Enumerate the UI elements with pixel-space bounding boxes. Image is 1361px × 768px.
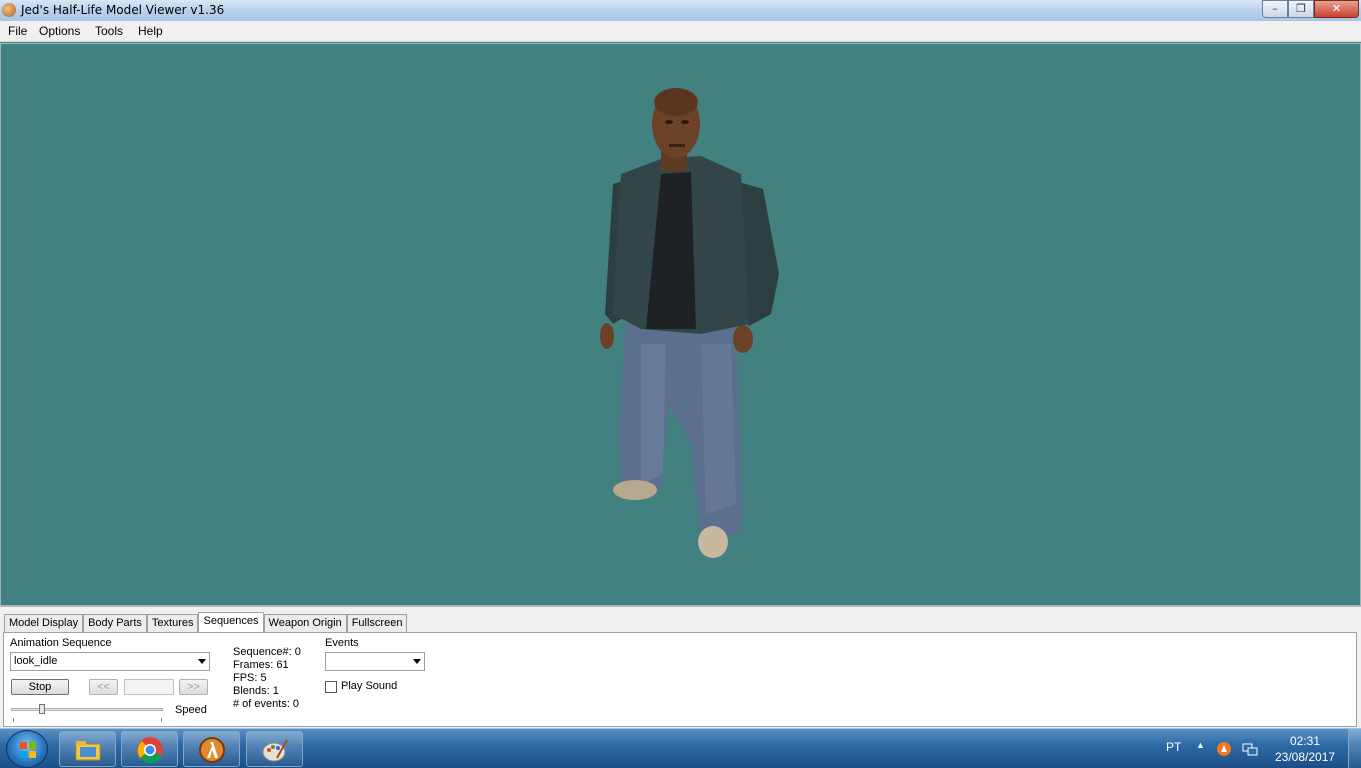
menu-options[interactable]: Options [39,24,80,38]
title-bar: Jed's Half-Life Model Viewer v1.36 – ❐ ✕ [0,0,1361,21]
taskbar-half-life-model-viewer[interactable] [183,731,240,767]
folder-icon [75,741,101,761]
clock-time[interactable]: 02:31 [1290,734,1320,748]
previous-frame-button[interactable]: << [89,679,118,695]
events-count-text: # of events: 0 [233,698,300,710]
taskbar-file-explorer[interactable] [59,731,116,767]
blends-text: Blends: 1 [233,685,279,697]
taskbar: PT ▲ 02:31 23/08/2017 [0,728,1361,768]
tab-model-display[interactable]: Model Display [4,614,84,632]
speed-slider-thumb[interactable] [39,704,45,714]
tab-strip: Model Display Body Parts Textures Sequen… [4,612,408,632]
taskbar-chrome[interactable] [121,731,178,767]
animation-sequence-dropdown[interactable]: look_idle [10,652,210,671]
dropdown-arrow-icon [198,659,206,664]
dropdown-arrow-icon [413,659,421,664]
fps-text: FPS: 5 [233,672,267,684]
character-model [600,88,779,558]
restore-button[interactable]: ❐ [1288,0,1314,18]
sequence-number-text: Sequence#: 0 [233,646,301,658]
frames-text: Frames: 61 [233,659,289,671]
control-panel: Model Display Body Parts Textures Sequen… [0,606,1361,728]
play-sound-checkbox[interactable] [325,681,337,693]
app-window: Jed's Half-Life Model Viewer v1.36 – ❐ ✕… [0,0,1361,768]
network-icon[interactable] [1242,741,1258,757]
animation-sequence-label: Animation Sequence [10,637,112,649]
slider-tick [13,718,14,722]
window-controls: – ❐ ✕ [1262,0,1359,19]
tab-textures[interactable]: Textures [146,614,199,632]
menu-tools[interactable]: Tools [95,24,123,38]
play-sound-label: Play Sound [341,680,398,692]
tab-weapon-origin[interactable]: Weapon Origin [263,614,347,632]
show-hidden-icons-icon[interactable]: ▲ [1196,740,1205,750]
half-life-icon [199,737,225,763]
taskbar-paint[interactable] [246,731,303,767]
window-title: Jed's Half-Life Model Viewer v1.36 [21,3,225,17]
start-button[interactable] [6,730,48,768]
speed-label: Speed [175,704,207,716]
tab-fullscreen[interactable]: Fullscreen [346,614,408,632]
clock-date[interactable]: 23/08/2017 [1275,750,1335,764]
chrome-icon [137,737,163,764]
show-desktop-button[interactable] [1348,729,1361,768]
menu-help[interactable]: Help [138,24,163,38]
paint-icon [262,739,288,762]
menu-bar: File Options Tools Help [0,21,1361,42]
events-label: Events [325,637,359,649]
tab-sequences[interactable]: Sequences [198,612,264,632]
frame-input[interactable] [124,679,174,695]
speed-slider[interactable] [11,708,163,711]
tab-body-parts[interactable]: Body Parts [83,614,147,632]
menu-file[interactable]: File [8,24,27,38]
sequences-panel: Animation Sequence look_idle Stop << >> … [3,632,1357,727]
avast-icon[interactable] [1216,741,1232,757]
stop-button[interactable]: Stop [11,679,69,695]
slider-tick [161,718,162,722]
windows-logo-icon [20,742,36,758]
close-button[interactable]: ✕ [1314,0,1359,18]
minimize-button[interactable]: – [1262,0,1288,18]
animation-sequence-value: look_idle [14,655,58,667]
events-dropdown[interactable] [325,652,425,671]
app-icon [2,3,16,17]
model-viewport[interactable] [0,43,1361,606]
next-frame-button[interactable]: >> [179,679,208,695]
language-indicator[interactable]: PT [1166,740,1181,754]
